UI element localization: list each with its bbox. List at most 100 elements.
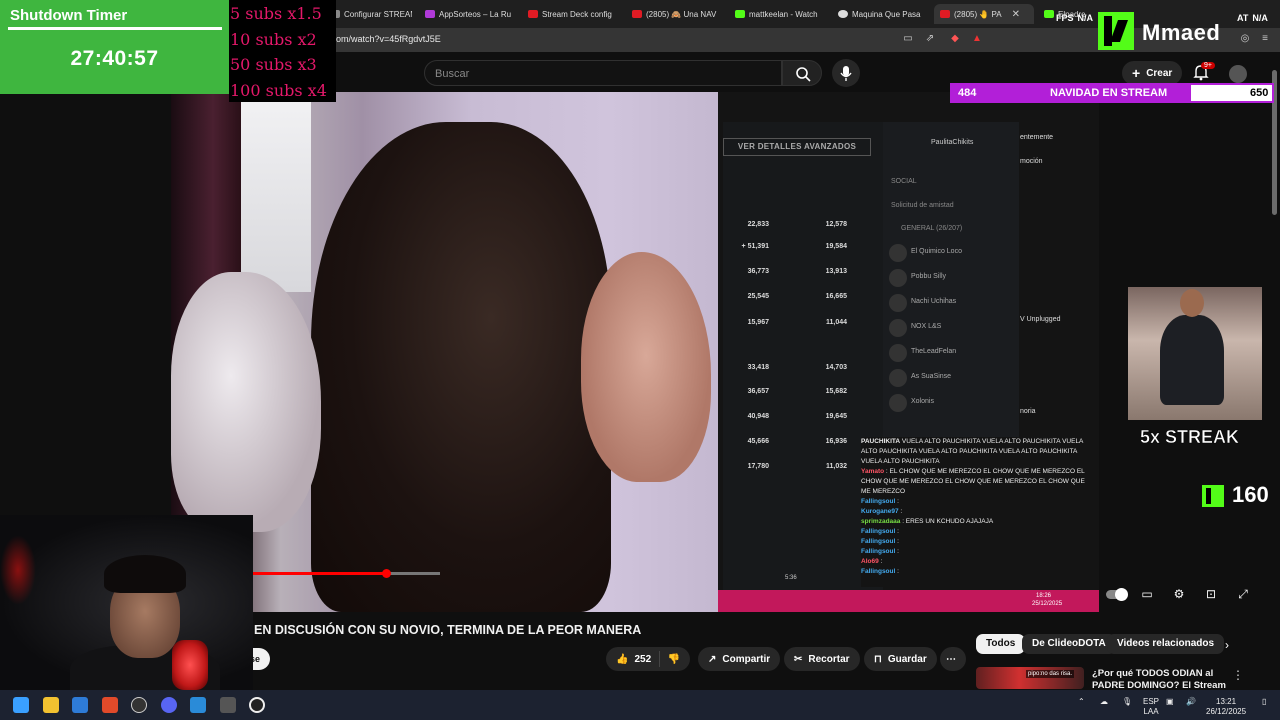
kick-count: 160 [1232,482,1269,507]
search-input[interactable]: Buscar [424,60,782,86]
clock[interactable]: 13:21 26/12/2025 [1206,697,1246,717]
file-explorer-icon[interactable] [43,697,59,713]
taskbar-app-icon[interactable] [249,697,265,713]
recommended-menu-icon[interactable]: ⋮ [1232,668,1244,682]
recommended-thumbnail[interactable]: pipo:no das risa. [976,667,1084,689]
stat-value-a: 45,666 [747,438,769,445]
stat-value-b: 19,584 [825,243,847,250]
obs-icon[interactable] [131,697,147,713]
chat-message: PAUCHIKITA VUELA ALTO PAUCHIKITA VUELA A… [861,437,1096,467]
stats-column [723,122,883,592]
stat-value-a: 36,657 [747,388,769,395]
vpn-icon[interactable]: ◎ [1238,33,1252,47]
brave-shield-icon[interactable]: ◆ [948,33,962,47]
tab-configurar-stream[interactable]: Configurar STREAM [330,4,412,24]
chat-text: : [895,568,899,575]
settings-icon[interactable]: ⚙ [1170,585,1188,603]
clip-button[interactable]: ✂ Recortar [784,647,860,671]
chip-clideodota[interactable]: De ClideoDOTA [1022,634,1116,654]
notifications-icon[interactable]: ▯ [1262,697,1266,707]
chat-text: : EL CHOW QUE ME MEREZCO EL CHOW QUE ME … [861,468,1085,495]
chat-username: Fallingsoul [861,538,896,545]
stat-row: 36,657 15,682 [719,388,847,395]
brave-rewards-icon[interactable]: ▲ [970,33,984,47]
chat-message: Fallingsoul : [861,497,1096,507]
close-icon[interactable]: ✕ [1012,9,1020,20]
video-frame-scene [171,92,718,612]
tab-una-navidad[interactable]: (2805) 🙈 Una NAV [632,4,720,24]
taskbar-app-icon[interactable] [72,697,88,713]
windows-start-icon[interactable] [13,697,29,713]
chevron-right-icon[interactable]: › [1218,636,1236,654]
language-code: ESP [1143,697,1160,706]
url-field[interactable]: om/watch?v=45fRgdvtJ5E [336,34,441,44]
stat-value-b: 11,044 [825,319,847,326]
like-dislike-group: 👍 252 👎 [606,647,690,671]
autoplay-toggle[interactable] [1106,588,1128,601]
tab-appsorteos[interactable]: AppSorteos – La Ru [425,4,515,24]
kick-logo-icon [1098,12,1134,50]
kick-icon [1044,10,1054,18]
tab-active-video[interactable]: (2805) 🤚 PA ✕ [934,4,1034,24]
create-button[interactable]: + Crear [1122,61,1183,85]
goal-max: 650 [1250,87,1269,99]
dislike-icon[interactable]: 👎 [668,654,680,665]
like-count[interactable]: 252 [634,654,651,665]
volume-icon[interactable]: 🔊 [1186,697,1196,707]
search-button[interactable] [782,60,822,86]
kick-channel-name: Mmaed [1142,20,1221,45]
tab-stream-deck[interactable]: Stream Deck config [528,4,620,24]
chat-message: Fallingsoul : [861,537,1096,547]
network-icon[interactable]: ▣ [1166,697,1174,707]
miniplayer-icon[interactable]: ⊡ [1202,585,1220,603]
brave-icon[interactable] [102,697,118,713]
chat-message: Fallingsoul : [861,527,1096,537]
chat-username: Alo69 [861,558,879,565]
tab-mattkeelan[interactable]: mattkeelan - Watch [735,4,825,24]
account-avatar[interactable] [1229,65,1247,83]
subs-multiplier: 5 subs x1.5 [230,4,322,23]
chat-username: Yamato [861,468,885,475]
goal-current: 484 [958,87,977,99]
language-indicator[interactable]: ESP LAA [1143,697,1159,717]
video-player[interactable]: VER DETALLES AVANZADOS 22,833 12,578 + 51,… [171,92,1099,612]
share-button[interactable]: ↗ Compartir [698,647,781,671]
save-button[interactable]: ⊓ Guardar [864,647,937,671]
inner-date: 25/12/2025 [1032,601,1063,607]
stat-value: N/A [1252,13,1268,23]
stat-value-b: 11,032 [825,463,847,470]
more-actions-button[interactable]: ⋯ [940,647,966,671]
search-icon [796,67,811,82]
fullscreen-icon[interactable]: ⤢ [1234,585,1252,603]
cloud-icon[interactable]: ☁ [1100,697,1108,707]
timer-value: 27:40:57 [70,47,159,70]
dancer-head [1180,289,1204,317]
tab-maquina[interactable]: Maquina Que Pasa [838,4,928,24]
share-icon[interactable]: ⇗ [923,33,937,47]
person-hair [311,122,611,612]
subs-multiplier: 10 subs x2 [230,30,317,49]
discord-icon[interactable] [161,697,177,713]
chat-username: Fallingsoul [861,568,896,575]
chip-related[interactable]: Videos relacionados [1107,634,1225,654]
progress-scrubber[interactable] [382,569,391,578]
cast-icon[interactable]: ▭ [901,33,915,47]
bookmark-icon: ⊓ [874,653,882,665]
stat-value-b: 13,913 [825,268,847,275]
thumbnail-overlay-text: pipo:no das risa. [1026,670,1075,678]
recommended-title[interactable]: ¿Por qué TODOS ODIAN al PADRE DOMINGO? E… [1092,668,1232,692]
taskbar-app-icon[interactable] [190,697,206,713]
subtitles-icon[interactable]: ▭ [1138,585,1156,603]
friend-avatar [889,244,907,262]
goal-name: NAVIDAD EN STREAM [1050,87,1168,99]
like-icon[interactable]: 👍 [616,654,628,665]
screen: Configurar STREAM AppSorteos – La Ru Str… [0,0,1280,720]
taskbar-app-icon[interactable] [220,697,236,713]
chip-all[interactable]: Todos [976,634,1026,654]
chat-message: sprimzadaaa : ERES UN KCHUDO AJAJAJA [861,517,1096,527]
voice-search-button[interactable] [832,59,860,87]
tray-mic-icon[interactable]: 🎙 [1122,697,1132,707]
menu-icon[interactable]: ≡ [1258,33,1272,47]
tray-chevron-icon[interactable]: ⌃ [1078,697,1085,707]
side-text: noria [1020,408,1036,415]
